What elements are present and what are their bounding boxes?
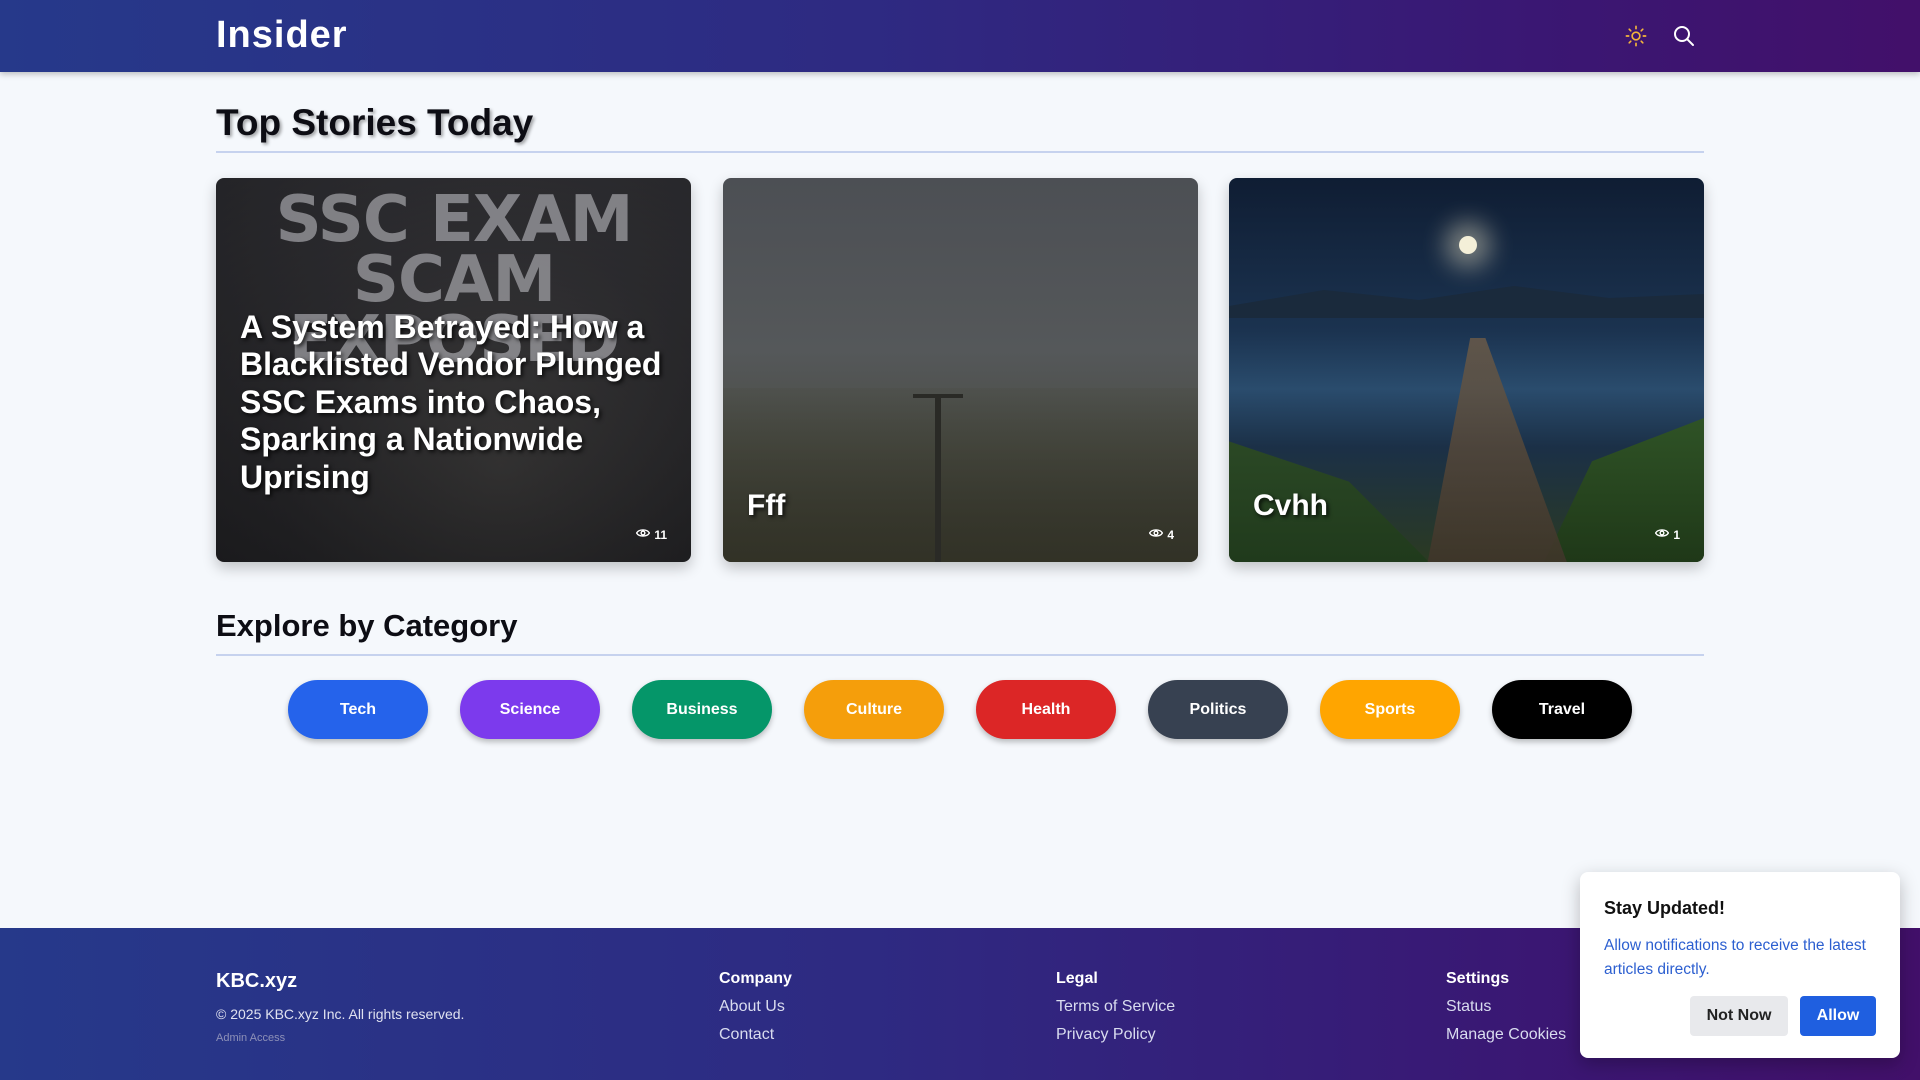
not-now-button[interactable]: Not Now: [1690, 996, 1788, 1036]
footer-heading: Company: [719, 970, 792, 987]
eye-icon: [1149, 527, 1164, 542]
view-count: 4: [1149, 527, 1174, 542]
view-count: 1: [1655, 527, 1680, 542]
footer-column-legal: Legal Terms of Service Privacy Policy: [1056, 970, 1175, 1054]
category-list: Tech Science Business Culture Health Pol…: [0, 680, 1920, 740]
footer-column-company: Company About Us Contact: [719, 970, 792, 1054]
view-count-value: 4: [1167, 527, 1174, 542]
site-header: Insider: [0, 0, 1920, 72]
categories-title: Explore by Category: [216, 608, 518, 643]
sun-icon[interactable]: [1620, 20, 1652, 52]
footer-link-terms[interactable]: Terms of Service: [1056, 998, 1175, 1016]
admin-access-link[interactable]: Admin Access: [216, 1032, 285, 1044]
notification-prompt: Stay Updated! Allow notifications to rec…: [1580, 872, 1900, 1058]
notification-title: Stay Updated!: [1604, 898, 1726, 918]
category-science[interactable]: Science: [460, 680, 600, 739]
category-travel[interactable]: Travel: [1492, 680, 1632, 739]
search-icon[interactable]: [1668, 20, 1700, 52]
category-politics[interactable]: Politics: [1148, 680, 1288, 739]
story-card-title[interactable]: A System Betrayed: How a Blacklisted Ven…: [240, 309, 667, 497]
story-card-title[interactable]: Fff: [747, 487, 1174, 525]
category-business[interactable]: Business: [632, 680, 772, 739]
category-sports[interactable]: Sports: [1320, 680, 1460, 739]
story-card-2[interactable]: Fff 4: [723, 178, 1198, 562]
notification-message: Allow notifications to receive the lates…: [1604, 937, 1866, 978]
allow-button[interactable]: Allow: [1800, 996, 1876, 1036]
top-stories-divider: [216, 151, 1704, 153]
footer-link-about[interactable]: About Us: [719, 998, 792, 1016]
footer-link-privacy[interactable]: Privacy Policy: [1056, 1026, 1175, 1044]
eye-icon: [636, 527, 651, 542]
story-card-1[interactable]: SSC EXAM SCAM EXPOSED A System Betrayed:…: [216, 178, 691, 562]
footer-brand: KBC.xyz: [216, 970, 298, 992]
top-stories-title: Top Stories Today: [216, 102, 534, 143]
eye-icon: [1655, 527, 1670, 542]
category-tech[interactable]: Tech: [288, 680, 428, 739]
footer-link-cookies[interactable]: Manage Cookies: [1446, 1026, 1566, 1044]
categories-divider: [216, 654, 1704, 656]
footer-heading: Settings: [1446, 970, 1510, 987]
story-card-image: [1459, 236, 1477, 254]
story-card-title[interactable]: Cvhh: [1253, 487, 1680, 525]
story-card-3[interactable]: Cvhh 1: [1229, 178, 1704, 562]
view-count-value: 11: [654, 527, 667, 542]
footer-copyright: © 2025 KBC.xyz Inc. All rights reserved.: [216, 1006, 465, 1022]
category-health[interactable]: Health: [976, 680, 1116, 739]
category-culture[interactable]: Culture: [804, 680, 944, 739]
story-card-image: [723, 388, 1198, 562]
footer-link-contact[interactable]: Contact: [719, 1026, 792, 1044]
site-logo[interactable]: Insider: [216, 14, 348, 57]
footer-heading: Legal: [1056, 970, 1098, 987]
view-count: 11: [636, 527, 667, 542]
footer-column-settings: Settings Status Manage Cookies: [1446, 970, 1566, 1054]
footer-link-status[interactable]: Status: [1446, 998, 1566, 1016]
view-count-value: 1: [1673, 527, 1680, 542]
